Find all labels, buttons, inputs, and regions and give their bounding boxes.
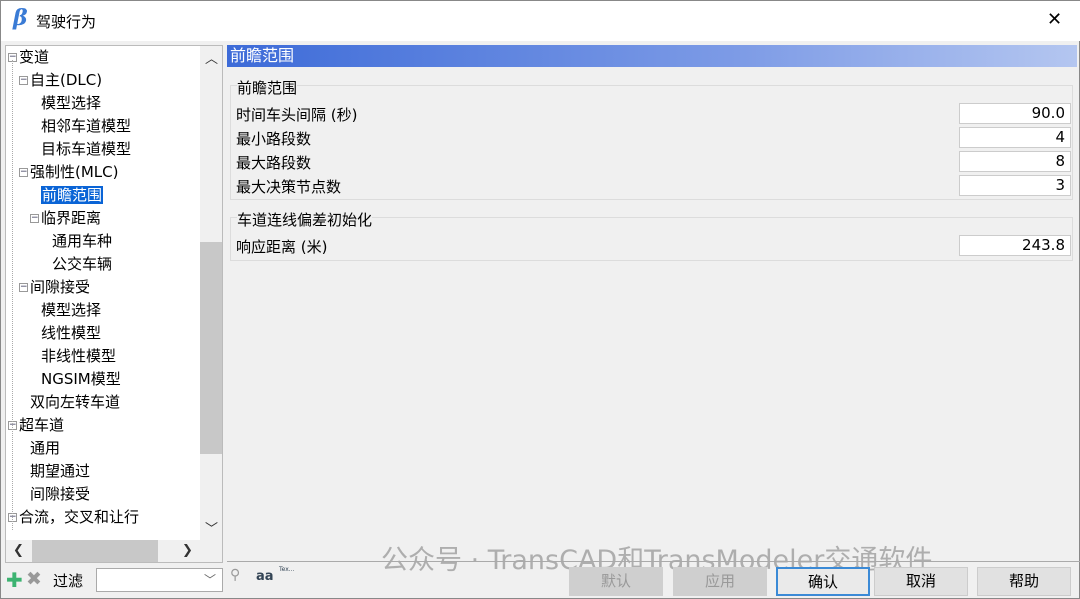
text-search-icon[interactable]: Tex... [279,566,295,573]
tree-item[interactable]: − 合流，交叉和让行 [8,506,140,529]
lane-connector-group: 车道连线偏差初始化 [230,209,1073,261]
field-label: 最大路段数 [236,154,312,172]
tree-item[interactable]: − 超车道 [8,414,65,437]
group-title: 前瞻范围 [237,77,298,98]
field-label: 最大决策节点数 [236,178,342,196]
headway-input[interactable]: 90.0 [959,103,1071,124]
tree-item[interactable]: − 临界距离 [30,207,102,230]
tree-item[interactable]: 非线性模型 [41,345,116,368]
response-distance-input[interactable]: 243.8 [959,235,1071,256]
tree-item-label: 合流，交叉和让行 [19,508,140,526]
default-button[interactable]: 默认 [569,567,663,596]
scroll-up-icon[interactable]: ︿ [205,48,218,67]
tree-item[interactable]: 前瞻范围 [41,184,104,207]
tree-item-label: 公交车辆 [52,255,113,273]
add-icon[interactable]: ✚ [6,568,23,592]
tree-item-label: 模型选择 [41,301,102,319]
delete-icon[interactable]: ✖ [26,568,42,590]
tree-item[interactable]: 通用车种 [52,230,112,253]
tree-item[interactable]: − 变道 [8,46,50,69]
tree-guide [12,60,13,530]
tree-item-label: NGSIM模型 [41,370,121,388]
collapse-icon[interactable]: − [19,283,28,292]
tree-item-label: 目标车道模型 [41,140,132,158]
chevron-down-icon[interactable]: ﹀ [204,571,216,588]
tree-item-label: 前瞻范围 [41,186,104,204]
search-icon[interactable]: ⚲ [230,567,240,583]
scroll-down-icon[interactable]: ﹀ [205,518,218,537]
divider [227,561,1080,562]
tree-item-label: 模型选择 [41,94,102,112]
tree-item-label: 非线性模型 [41,347,117,365]
field-label: 时间车头间隔 (秒) [236,106,358,124]
scroll-thumb[interactable] [200,242,222,454]
tree-item[interactable]: 公交车辆 [52,253,112,276]
tree-item[interactable]: 相邻车道模型 [41,115,131,138]
tree-item-label: 通用车种 [52,232,113,250]
scroll-left-icon[interactable]: ❮ [13,543,24,558]
tree-item-label: 自主(DLC) [30,71,103,89]
app-logo-icon: β [13,5,28,31]
tree-item-label: 间隙接受 [30,278,91,296]
category-tree[interactable]: − 变道 − 自主(DLC) 模型选择 相邻车道模型 目标车道模型 − 强制性(MLC) 前瞻范围… [5,45,223,563]
tree-item[interactable]: 模型选择 [41,92,101,115]
filter-label: 过滤 [53,572,84,590]
cancel-button[interactable]: 取消 [874,567,968,596]
apply-button[interactable]: 应用 [673,567,767,596]
collapse-icon[interactable]: − [19,76,28,85]
tree-item[interactable]: − 间隙接受 [19,276,91,299]
tree-item-label: 双向左转车道 [30,393,121,411]
tree-item[interactable]: − 自主(DLC) [19,69,103,92]
max-decision-nodes-input[interactable]: 3 [959,175,1071,196]
tree-item-label: 强制性(MLC) [30,163,119,181]
tree-item-label: 线性模型 [41,324,102,342]
scroll-thumb[interactable] [32,540,158,562]
vertical-scrollbar[interactable]: ︿ ﹀ [200,46,222,540]
scroll-right-icon[interactable]: ❯ [182,543,193,558]
lookahead-group: 前瞻范围 [230,77,1073,200]
tree-item[interactable]: 目标车道模型 [41,138,131,161]
tree-item-label: 相邻车道模型 [41,117,132,135]
title-bar: β 驾驶行为 ✕ [1,1,1080,41]
tree-item[interactable]: NGSIM模型 [41,368,121,391]
field-label: 最小路段数 [236,130,312,148]
collapse-icon[interactable]: − [30,214,39,223]
tree-item-label: 期望通过 [30,462,91,480]
match-case-icon[interactable]: aa [256,569,274,584]
tree-item-label: 通用 [30,439,61,457]
tree-item-label: 变道 [19,48,50,66]
horizontal-scrollbar[interactable]: ❮ ❯ [6,540,222,562]
tree-item-label: 间隙接受 [30,485,91,503]
min-links-input[interactable]: 4 [959,127,1071,148]
collapse-icon[interactable]: − [19,168,28,177]
filter-combobox[interactable]: ﹀ [96,568,223,592]
group-title: 车道连线偏差初始化 [237,209,373,230]
window-title: 驾驶行为 [36,13,97,31]
tree-item[interactable]: 双向左转车道 [30,391,120,414]
tree-item-label: 临界距离 [41,209,102,227]
help-button[interactable]: 帮助 [977,567,1071,596]
tree-item[interactable]: − 强制性(MLC) [19,161,119,184]
max-links-input[interactable]: 8 [959,151,1071,172]
tree-item[interactable]: 模型选择 [41,299,101,322]
tree-item[interactable]: 期望通过 [30,460,90,483]
tree-item[interactable]: 线性模型 [41,322,101,345]
field-label: 响应距离 (米) [236,238,328,256]
ok-button[interactable]: 确认 [776,567,870,596]
close-icon[interactable]: ✕ [1047,9,1062,30]
tree-item-label: 超车道 [19,416,65,434]
tree-item[interactable]: 间隙接受 [30,483,90,506]
tree-item[interactable]: 通用 [30,437,60,460]
panel-header: 前瞻范围 [227,45,1077,67]
